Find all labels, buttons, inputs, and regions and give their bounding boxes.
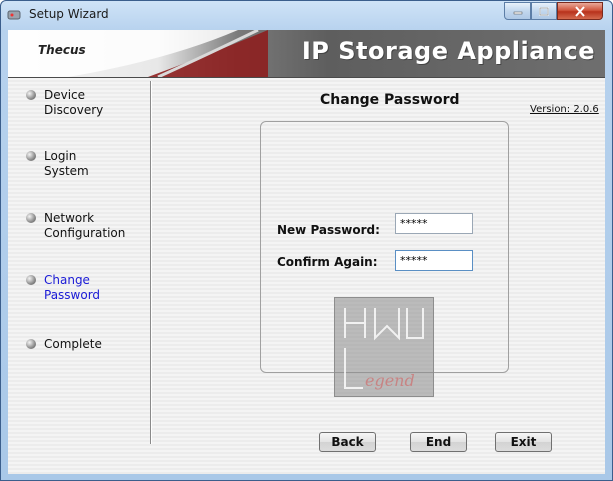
close-button[interactable] (557, 2, 603, 20)
version-label: Version: 2.0.6 (530, 104, 599, 115)
step-bullet-icon (26, 339, 36, 349)
confirm-password-label: Confirm Again: (277, 255, 378, 269)
svg-text:egend: egend (365, 371, 415, 390)
new-password-label: New Password: (277, 223, 380, 237)
minimize-button[interactable] (504, 2, 531, 20)
close-icon (575, 5, 585, 17)
step-bullet-icon (26, 90, 36, 100)
step-bullet-icon (26, 275, 36, 285)
maximize-button[interactable] (531, 2, 557, 20)
end-button[interactable]: End (410, 432, 467, 452)
step-login-system: Login System (26, 149, 89, 179)
step-network-configuration: Network Configuration (26, 211, 125, 241)
page-title: Change Password (320, 92, 460, 108)
app-icon (7, 10, 21, 20)
minimize-icon (513, 11, 522, 15)
wizard-client-area: Thecus IP Storage Appliance Device Disco… (8, 30, 605, 474)
step-bullet-icon (26, 151, 36, 161)
wizard-steps: Device Discovery Login System Network Co… (8, 77, 151, 474)
step-device-discovery: Device Discovery (26, 88, 103, 118)
header-banner: Thecus IP Storage Appliance (8, 30, 605, 78)
steps-divider (150, 81, 151, 444)
maximize-icon (539, 6, 549, 16)
banner-title: IP Storage Appliance (301, 37, 595, 65)
back-button[interactable]: Back (319, 432, 376, 452)
step-bullet-icon (26, 213, 36, 223)
step-complete: Complete (26, 337, 102, 352)
step-change-password: Change Password (26, 273, 100, 303)
window-title: Setup Wizard (29, 7, 109, 21)
new-password-input[interactable] (395, 213, 473, 234)
title-bar[interactable]: Setup Wizard (1, 1, 612, 29)
exit-button[interactable]: Exit (495, 432, 552, 452)
thecus-logo: Thecus (38, 43, 86, 57)
confirm-password-input[interactable] (395, 250, 473, 271)
xw-legend-watermark: egend (334, 297, 434, 397)
setup-wizard-window: Setup Wizard Thecus IP Storage Appliance… (0, 0, 613, 481)
